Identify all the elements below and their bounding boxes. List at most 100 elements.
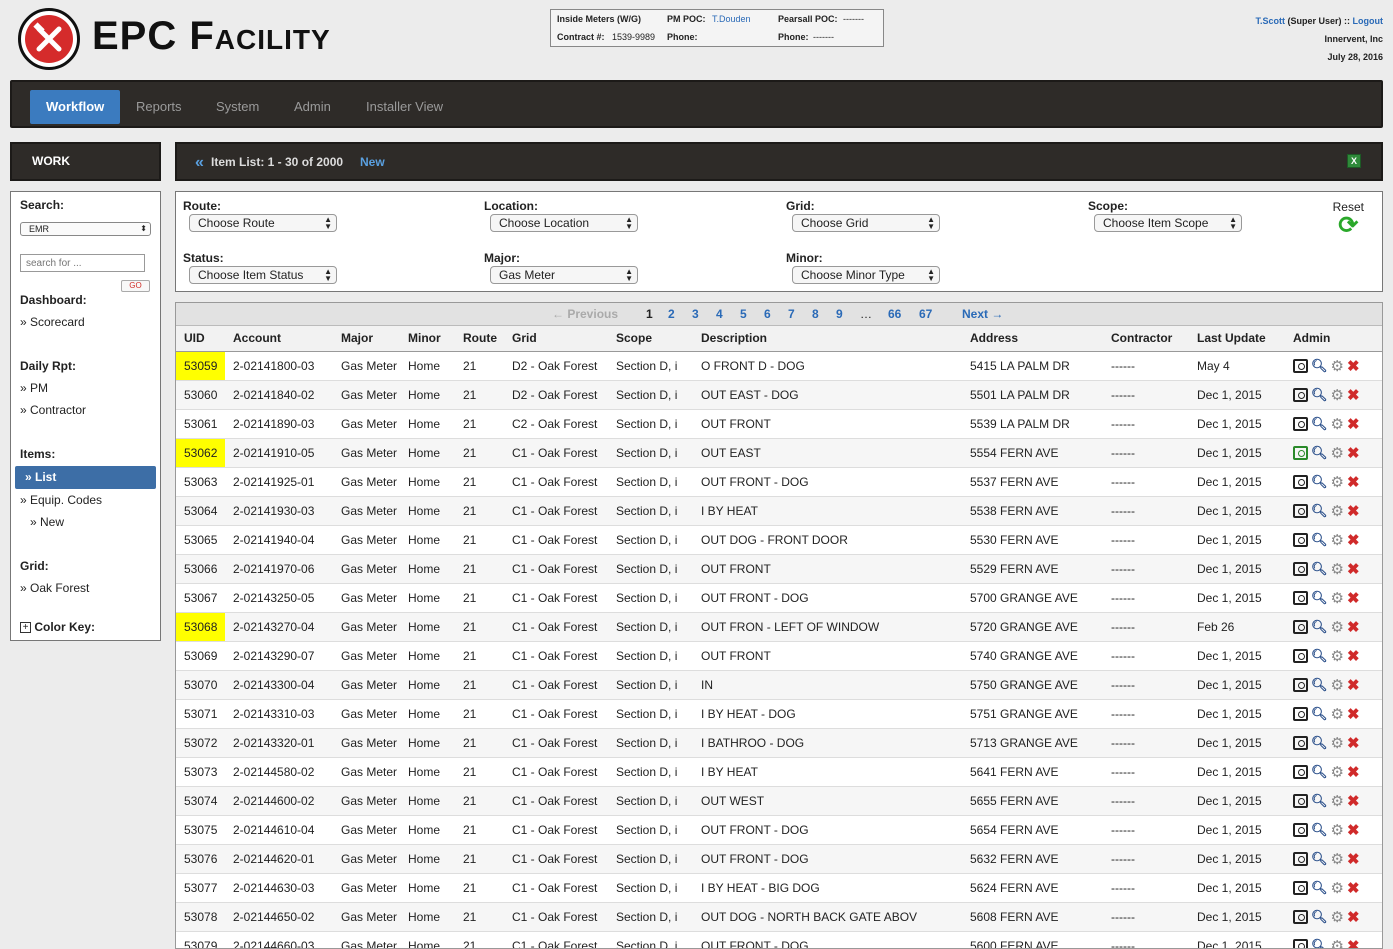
gear-icon[interactable]: ⚙ (1331, 502, 1344, 520)
nav-system[interactable]: System (216, 90, 259, 124)
delete-icon[interactable]: ✖ (1347, 502, 1360, 520)
gear-icon[interactable]: ⚙ (1331, 792, 1344, 810)
collapse-chevron-icon[interactable]: « (195, 154, 204, 172)
pager-previous[interactable]: ← Previous (552, 307, 618, 321)
table-row[interactable]: 53061 2-02141890-03 Gas Meter Home 21 C2 - Oa… (176, 409, 1382, 439)
column-header-grid[interactable]: Grid (504, 326, 608, 352)
gear-icon[interactable]: ⚙ (1331, 647, 1344, 665)
nav-workflow[interactable]: Workflow (30, 90, 121, 124)
pm-poc-link[interactable]: T.Douden (712, 14, 751, 24)
reset-button[interactable]: Reset ⟳ (1333, 200, 1364, 238)
minor-select[interactable]: Choose Minor Type ▲ ▼ (792, 266, 940, 284)
gear-icon[interactable]: ⚙ (1331, 444, 1344, 462)
table-row[interactable]: 53066 2-02141970-06 Gas Meter Home 21 C1 - Oa… (176, 554, 1382, 584)
cell-uid[interactable]: 53065 (176, 525, 225, 555)
search-icon[interactable]: 🔍︎ (1311, 822, 1328, 838)
pager-page-9[interactable]: 9 (836, 307, 843, 321)
cell-uid[interactable]: 53078 (176, 902, 225, 932)
cell-uid[interactable]: 53062 (176, 438, 225, 468)
cell-uid[interactable]: 53070 (176, 670, 225, 700)
column-header-scope[interactable]: Scope (608, 326, 693, 352)
sidebar-item-contractor[interactable]: » Contractor (20, 403, 86, 417)
delete-icon[interactable]: ✖ (1347, 676, 1360, 694)
search-scope-select[interactable]: EMR ⬍ (20, 222, 151, 236)
camera-icon[interactable] (1293, 474, 1308, 489)
delete-icon[interactable]: ✖ (1347, 705, 1360, 723)
pager-page-5[interactable]: 5 (740, 307, 747, 321)
cell-uid[interactable]: 53071 (176, 699, 225, 729)
camera-icon[interactable] (1293, 648, 1308, 663)
table-row[interactable]: 53077 2-02144630-03 Gas Meter Home 21 C1 - Oa… (176, 873, 1382, 903)
table-row[interactable]: 53078 2-02144650-02 Gas Meter Home 21 C1 - Oa… (176, 902, 1382, 932)
table-row[interactable]: 53068 2-02143270-04 Gas Meter Home 21 C1 - Oa… (176, 612, 1382, 642)
sidebar-item-oak-forest[interactable]: » Oak Forest (20, 581, 89, 595)
search-icon[interactable]: 🔍︎ (1311, 735, 1328, 751)
column-header-uid[interactable]: UID (176, 326, 225, 352)
camera-icon[interactable] (1293, 445, 1308, 460)
gear-icon[interactable]: ⚙ (1331, 357, 1344, 375)
table-row[interactable]: 53071 2-02143310-03 Gas Meter Home 21 C1 - Oa… (176, 699, 1382, 729)
camera-icon[interactable] (1293, 706, 1308, 721)
cell-uid[interactable]: 53069 (176, 641, 225, 671)
camera-icon[interactable] (1293, 938, 1308, 948)
camera-icon[interactable] (1293, 677, 1308, 692)
excel-export-icon[interactable]: X (1347, 154, 1361, 168)
camera-icon[interactable] (1293, 880, 1308, 895)
route-select[interactable]: Choose Route ▲ ▼ (189, 214, 337, 232)
sidebar-item-new[interactable]: » New (30, 515, 64, 529)
delete-icon[interactable]: ✖ (1347, 415, 1360, 433)
delete-icon[interactable]: ✖ (1347, 357, 1360, 375)
sidebar-item-list[interactable]: » List (15, 466, 156, 489)
search-icon[interactable]: 🔍︎ (1311, 416, 1328, 432)
gear-icon[interactable]: ⚙ (1331, 763, 1344, 781)
pager-page-67[interactable]: 67 (919, 307, 932, 321)
delete-icon[interactable]: ✖ (1347, 589, 1360, 607)
camera-icon[interactable] (1293, 735, 1308, 750)
cell-uid[interactable]: 53067 (176, 583, 225, 613)
camera-icon[interactable] (1293, 416, 1308, 431)
cell-uid[interactable]: 53074 (176, 786, 225, 816)
table-row[interactable]: 53076 2-02144620-01 Gas Meter Home 21 C1 - Oa… (176, 844, 1382, 874)
cell-uid[interactable]: 53066 (176, 554, 225, 584)
search-icon[interactable]: 🔍︎ (1311, 880, 1328, 896)
gear-icon[interactable]: ⚙ (1331, 560, 1344, 578)
table-row[interactable]: 53072 2-02143320-01 Gas Meter Home 21 C1 - Oa… (176, 728, 1382, 758)
sidebar-item-scorecard[interactable]: » Scorecard (20, 315, 85, 329)
cell-uid[interactable]: 53079 (176, 931, 225, 948)
search-icon[interactable]: 🔍︎ (1311, 938, 1328, 949)
camera-icon[interactable] (1293, 503, 1308, 518)
gear-icon[interactable]: ⚙ (1331, 908, 1344, 926)
column-header-address[interactable]: Address (962, 326, 1103, 352)
gear-icon[interactable]: ⚙ (1331, 937, 1344, 949)
cell-uid[interactable]: 53077 (176, 873, 225, 903)
cell-uid[interactable]: 53075 (176, 815, 225, 845)
delete-icon[interactable]: ✖ (1347, 473, 1360, 491)
sidebar-item-equip-codes[interactable]: » Equip. Codes (20, 493, 102, 507)
table-row[interactable]: 53062 2-02141910-05 Gas Meter Home 21 C1 - Oa… (176, 438, 1382, 468)
search-icon[interactable]: 🔍︎ (1311, 387, 1328, 403)
new-item-link[interactable]: New (360, 155, 385, 169)
gear-icon[interactable]: ⚙ (1331, 821, 1344, 839)
pager-page-8[interactable]: 8 (812, 307, 819, 321)
delete-icon[interactable]: ✖ (1347, 647, 1360, 665)
cell-uid[interactable]: 53064 (176, 496, 225, 526)
pager-page-6[interactable]: 6 (764, 307, 771, 321)
nav-reports[interactable]: Reports (136, 90, 182, 124)
delete-icon[interactable]: ✖ (1347, 850, 1360, 868)
pager-next[interactable]: Next → (962, 307, 1003, 321)
gear-icon[interactable]: ⚙ (1331, 589, 1344, 607)
camera-icon[interactable] (1293, 909, 1308, 924)
search-icon[interactable]: 🔍︎ (1311, 793, 1328, 809)
search-input[interactable] (20, 254, 145, 272)
cell-uid[interactable]: 53073 (176, 757, 225, 787)
search-icon[interactable]: 🔍︎ (1311, 619, 1328, 635)
column-header-route[interactable]: Route (455, 326, 504, 352)
search-icon[interactable]: 🔍︎ (1311, 648, 1328, 664)
column-header-account[interactable]: Account (225, 326, 333, 352)
search-icon[interactable]: 🔍︎ (1311, 909, 1328, 925)
camera-icon[interactable] (1293, 851, 1308, 866)
cell-uid[interactable]: 53063 (176, 467, 225, 497)
pager-page-2[interactable]: 2 (668, 307, 675, 321)
logout-link[interactable]: Logout (1353, 16, 1384, 26)
table-row[interactable]: 53065 2-02141940-04 Gas Meter Home 21 C1 - Oa… (176, 525, 1382, 555)
